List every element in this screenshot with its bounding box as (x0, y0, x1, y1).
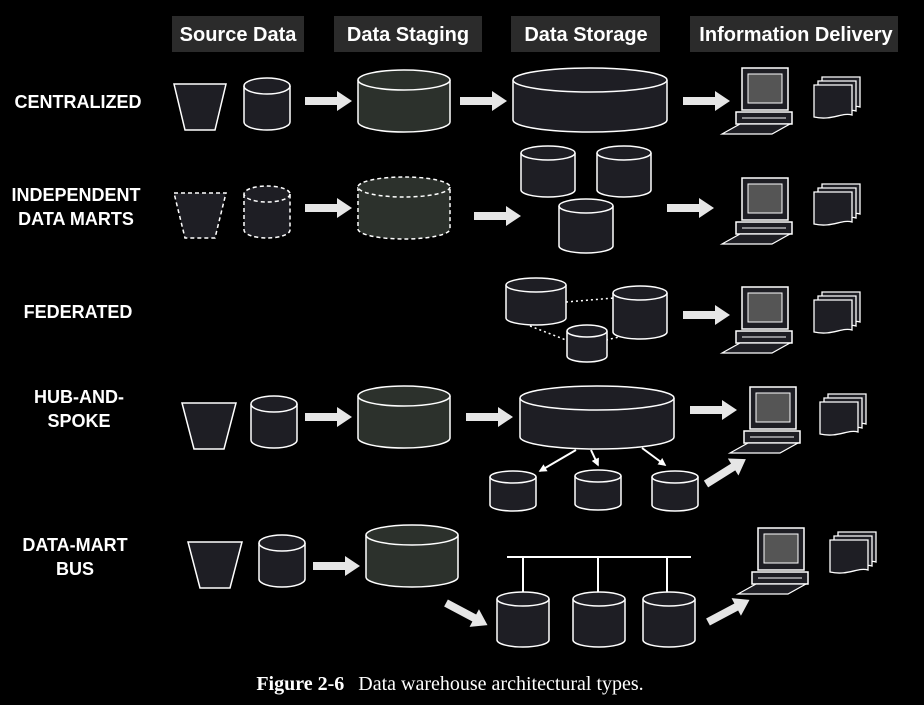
funnel-icon (173, 192, 227, 239)
arrow-icon (474, 206, 521, 226)
spoke-database-icon (651, 470, 699, 512)
header-data-staging: Data Staging (334, 16, 482, 52)
report-stack-icon (819, 393, 867, 436)
bus-database-icon (496, 591, 550, 648)
row-label-independent-line2: DATA MARTS (18, 209, 134, 229)
data-mart-icon (520, 145, 576, 198)
data-mart-icon (596, 145, 652, 198)
federated-database-icon (612, 285, 668, 340)
computer-icon (719, 67, 793, 135)
staging-database-icon (357, 69, 451, 133)
spoke-arrow (641, 447, 667, 466)
staging-database-icon (357, 176, 451, 240)
database-icon (258, 534, 306, 588)
data-mart-bus-row (187, 524, 877, 648)
funnel-icon (181, 402, 237, 450)
federation-link (565, 297, 615, 303)
report-stack-icon (813, 183, 861, 226)
arrow-icon (305, 198, 352, 218)
arrow-icon (667, 198, 714, 218)
spoke-database-icon (574, 469, 622, 511)
centralized-row (173, 67, 861, 135)
computer-icon (719, 177, 793, 245)
hub-database-icon (519, 385, 675, 450)
header-data-storage: Data Storage (511, 16, 660, 52)
arrow-icon (683, 91, 730, 111)
report-stack-icon (829, 531, 877, 574)
staging-database-icon (357, 385, 451, 449)
federated-row (505, 277, 861, 363)
arrow-icon (444, 599, 488, 627)
header-source-data-label: Source Data (180, 24, 298, 46)
figure-caption: Figure 2-6 Data warehouse architectural t… (256, 673, 643, 695)
database-icon (243, 185, 291, 239)
arrow-icon (460, 91, 507, 111)
row-label-bus-line1: DATA-MART (22, 535, 127, 555)
arrow-icon (683, 305, 730, 325)
arrow-icon (305, 407, 352, 427)
row-label-hub-line1: HUB-AND- (34, 387, 124, 407)
header-source-data: Source Data (172, 16, 304, 52)
federated-database-icon (505, 277, 567, 326)
arrow-icon (313, 556, 360, 576)
arrow-icon (305, 91, 352, 111)
spoke-arrow (590, 449, 599, 467)
storage-database-icon (512, 67, 668, 133)
independent-row (173, 145, 861, 254)
computer-icon (719, 286, 793, 354)
row-label-bus-line2: BUS (56, 559, 94, 579)
header-data-staging-label: Data Staging (347, 24, 469, 46)
spoke-database-icon (489, 470, 537, 512)
architecture-diagram: Source Data Data Staging Data Storage In… (11, 16, 898, 695)
hub-and-spoke-row (181, 385, 867, 512)
header-information-delivery: Information Delivery (690, 16, 898, 52)
row-label-federated: FEDERATED (24, 302, 133, 322)
report-stack-icon (813, 291, 861, 334)
report-stack-icon (813, 76, 861, 119)
arrow-icon (690, 400, 737, 420)
row-label-centralized: CENTRALIZED (15, 92, 142, 112)
database-icon (250, 395, 298, 449)
header-information-delivery-label: Information Delivery (699, 24, 893, 46)
federation-link (529, 325, 567, 341)
bus-database-icon (642, 591, 696, 648)
row-label-hub-line2: SPOKE (47, 411, 110, 431)
arrow-icon (706, 598, 750, 626)
header-data-storage-label: Data Storage (524, 24, 647, 46)
funnel-icon (187, 541, 243, 589)
database-icon (243, 77, 291, 131)
bus-database-icon (572, 591, 626, 648)
arrow-icon (466, 407, 513, 427)
row-label-independent-line1: INDEPENDENT (11, 185, 140, 205)
data-mart-icon (558, 198, 614, 254)
spoke-arrow (538, 449, 577, 472)
figure-number: Figure 2-6 (256, 673, 344, 695)
computer-icon (727, 386, 801, 454)
staging-database-icon (365, 524, 459, 588)
figure-caption-text: Data warehouse architectural types. (358, 673, 643, 695)
federated-database-icon (566, 324, 608, 363)
funnel-icon (173, 83, 227, 131)
arrow-icon (703, 458, 746, 488)
computer-icon (735, 527, 809, 595)
